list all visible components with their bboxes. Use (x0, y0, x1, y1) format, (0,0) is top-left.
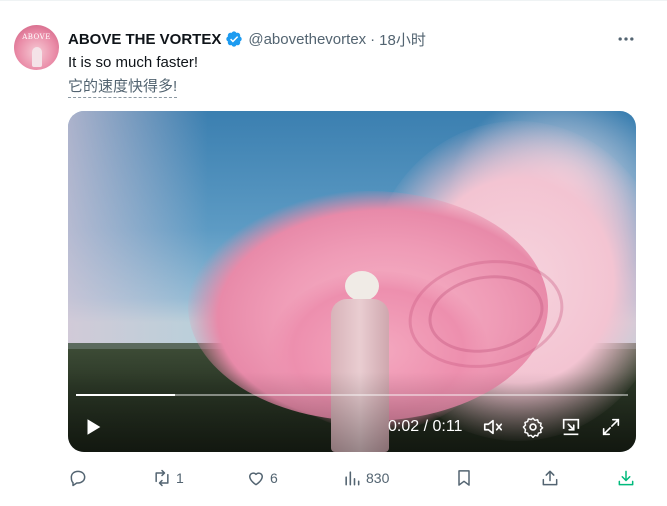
view-count: 830 (366, 470, 390, 486)
video-timecode: 0:02 / 0:11 (388, 418, 463, 435)
tweet-card[interactable]: ABOVE ABOVE THE VORTEX @abovethevortex ·… (0, 0, 667, 506)
analytics-icon (345, 471, 360, 486)
retweet-icon (155, 469, 169, 487)
video-progress-fill (76, 394, 176, 396)
video-progress-bar[interactable] (76, 394, 628, 396)
download-icon (618, 470, 634, 486)
tweet-text: It is so much faster! (68, 54, 199, 71)
heart-icon (249, 472, 263, 486)
reply-icon (70, 470, 86, 487)
play-icon[interactable] (80, 413, 106, 441)
retweet-count: 1 (176, 470, 184, 486)
tweet-header: ABOVE THE VORTEX @abovethevortex · 18小时 (68, 29, 426, 49)
tweet-actions: 1 6 830 (68, 466, 648, 490)
timestamp[interactable]: 18小时 (379, 29, 426, 50)
reply-button[interactable] (68, 466, 92, 490)
person-head (345, 271, 379, 301)
translated-text[interactable]: 它的速度快得多! (68, 77, 178, 98)
fullscreen-icon[interactable] (598, 413, 624, 441)
controls-gradient (68, 372, 636, 452)
divider (0, 0, 667, 1)
like-button[interactable]: 6 (246, 466, 278, 490)
mute-icon[interactable] (480, 413, 506, 441)
more-options-icon[interactable] (612, 29, 640, 49)
like-count: 6 (270, 470, 278, 486)
bookmark-icon (458, 470, 470, 486)
share-button[interactable] (540, 466, 560, 490)
picture-in-picture-icon[interactable] (558, 413, 584, 441)
author-display-name[interactable]: ABOVE THE VORTEX (68, 31, 221, 48)
video-player[interactable]: 0:02 / 0:11 (68, 111, 636, 452)
verified-badge-icon[interactable] (225, 30, 243, 48)
bookmark-button[interactable] (454, 466, 474, 490)
avatar[interactable]: ABOVE (14, 25, 59, 70)
separator-dot: · (370, 30, 376, 48)
download-button[interactable] (616, 466, 636, 490)
author-handle[interactable]: @abovethevortex (248, 31, 366, 48)
share-icon (542, 470, 558, 486)
settings-icon[interactable] (520, 413, 546, 441)
avatar-figure (32, 47, 42, 67)
views-button[interactable]: 830 (342, 466, 389, 490)
retweet-button[interactable]: 1 (152, 466, 184, 490)
avatar-logo-text: ABOVE (22, 33, 51, 41)
